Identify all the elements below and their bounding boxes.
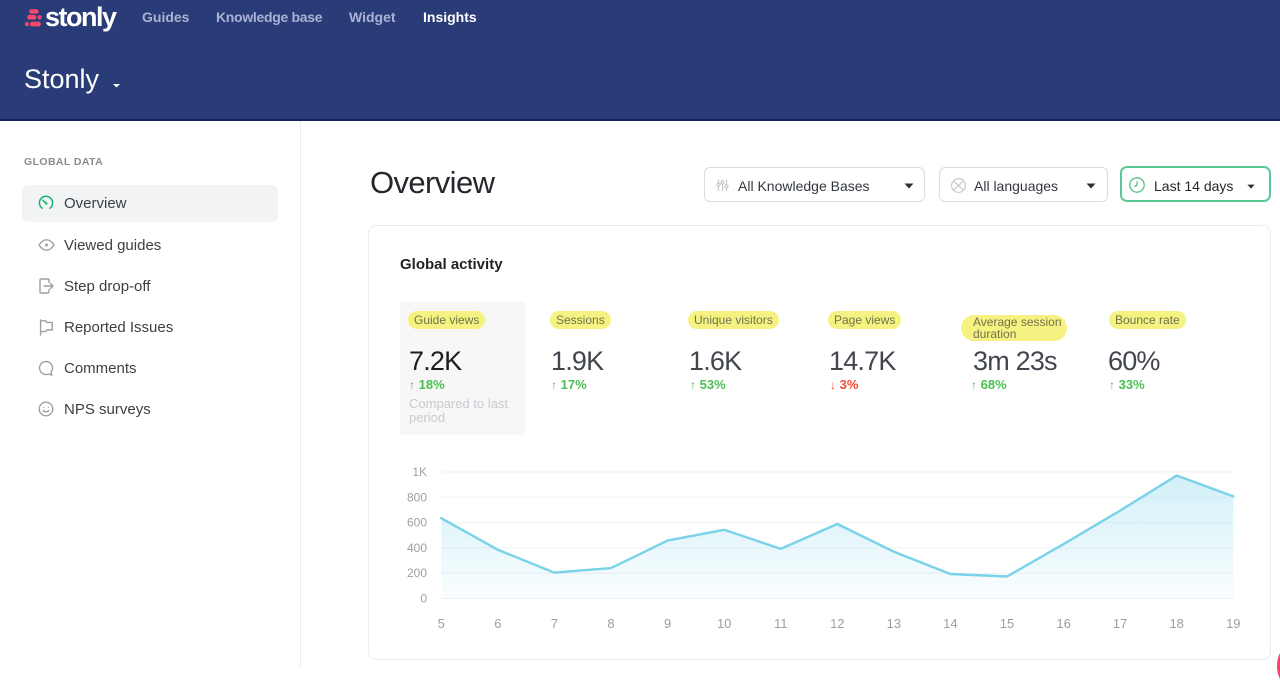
svg-text:200: 200	[407, 566, 427, 580]
svg-text:10: 10	[717, 616, 731, 631]
svg-text:6: 6	[494, 616, 501, 631]
svg-text:8: 8	[607, 616, 614, 631]
svg-text:16: 16	[1056, 616, 1070, 631]
svg-text:13: 13	[887, 616, 901, 631]
svg-text:11: 11	[774, 616, 788, 631]
svg-text:400: 400	[407, 541, 427, 555]
svg-text:9: 9	[664, 616, 671, 631]
svg-text:12: 12	[830, 616, 844, 631]
svg-text:18: 18	[1169, 616, 1183, 631]
svg-text:7: 7	[551, 616, 558, 631]
svg-text:19: 19	[1226, 616, 1240, 631]
svg-text:600: 600	[407, 516, 427, 530]
svg-text:0: 0	[420, 592, 427, 606]
svg-text:15: 15	[1000, 616, 1014, 631]
svg-text:1K: 1K	[412, 465, 427, 479]
svg-text:800: 800	[407, 490, 427, 504]
svg-text:17: 17	[1113, 616, 1127, 631]
svg-text:5: 5	[438, 616, 445, 631]
svg-text:14: 14	[943, 616, 957, 631]
